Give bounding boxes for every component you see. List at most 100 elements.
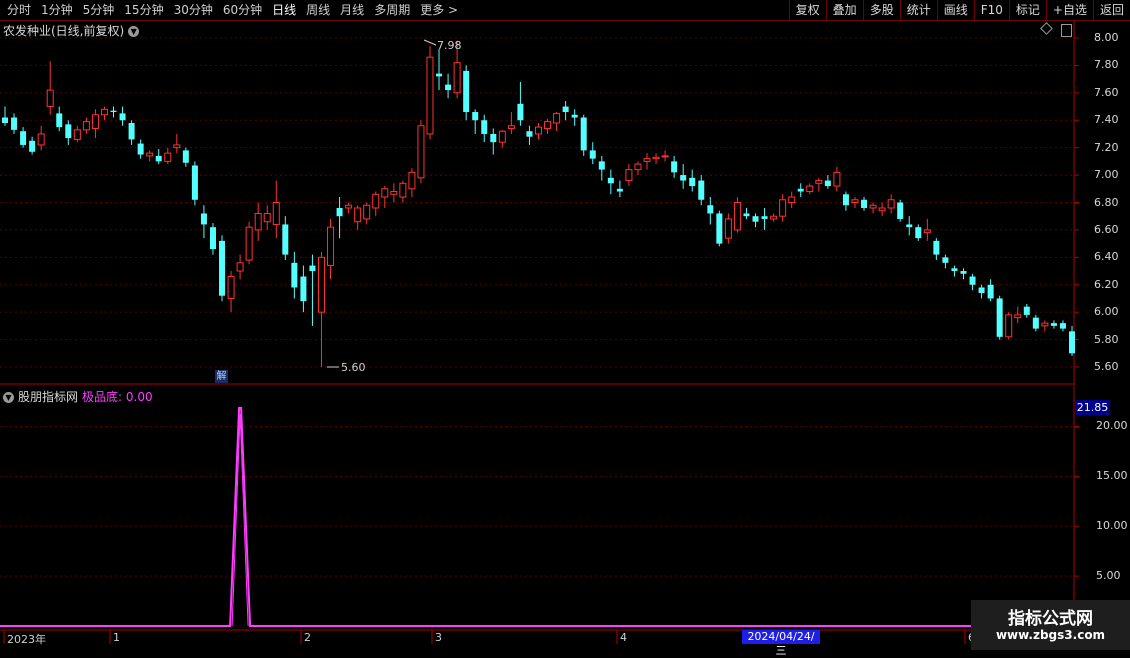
sub-panel-title: ▼ 股朋指标网 极品底: 0.00 — [3, 388, 153, 405]
indicator-line — [0, 407, 1074, 627]
candle-body — [1005, 314, 1013, 338]
candle-body — [996, 298, 1003, 337]
candle-body — [11, 117, 18, 130]
price-tick-label: 6.60 — [1094, 222, 1119, 236]
price-tick-label: 5.80 — [1094, 332, 1119, 346]
candle-body — [336, 207, 343, 217]
candle-body — [236, 262, 244, 272]
candle-body — [1041, 322, 1049, 327]
candle-body — [643, 158, 651, 162]
candle-body — [363, 204, 371, 220]
candle-body — [173, 144, 181, 149]
kline-chart[interactable] — [0, 0, 1130, 650]
candle-body — [770, 215, 778, 220]
candle-body — [526, 131, 533, 137]
watermark: 指标公式网 www.zbgs3.com — [971, 600, 1130, 650]
candle-body — [969, 276, 976, 285]
candle-body — [553, 112, 561, 124]
candle-body — [987, 284, 994, 299]
candle-body — [1059, 323, 1066, 329]
candle-body — [616, 188, 623, 192]
candle-body — [445, 84, 452, 91]
candle-body — [607, 177, 614, 184]
candle-body — [535, 126, 542, 135]
candle-body — [372, 193, 380, 209]
price-tick-label: 7.40 — [1094, 113, 1119, 127]
candle-body — [91, 114, 99, 129]
indicator-tick-label: 20.00 — [1096, 419, 1128, 433]
price-tick-label: 6.00 — [1094, 305, 1119, 319]
candle-body — [743, 213, 750, 217]
candle-body — [282, 224, 289, 255]
indicator-site-name: 股朋指标网 — [18, 390, 79, 404]
date-tick-label: 4 — [620, 631, 627, 644]
unlock-marker-icon[interactable]: 解 — [215, 370, 228, 383]
candle-body — [227, 276, 235, 299]
watermark-title: 指标公式网 — [1008, 609, 1093, 629]
candle-body — [291, 262, 298, 288]
date-tick-label: 2023年 — [7, 633, 46, 646]
watermark-url: www.zbgs3.com — [995, 628, 1106, 642]
candle-body — [1032, 317, 1039, 329]
candle-body — [381, 188, 389, 198]
candle-body — [272, 202, 280, 225]
candle-body — [851, 199, 859, 203]
candle-body — [951, 268, 958, 272]
price-tick-label: 6.20 — [1094, 277, 1119, 291]
candle-body — [426, 56, 434, 135]
candle-body — [245, 226, 253, 261]
candle-body — [933, 240, 940, 255]
candle-body — [562, 106, 569, 113]
price-tick-label: 5.60 — [1094, 360, 1119, 373]
candle-body — [46, 89, 54, 108]
candle-body — [698, 180, 705, 200]
indicator-tick-label: 5.00 — [1096, 569, 1121, 583]
candle-body — [209, 227, 216, 250]
candle-body — [100, 108, 108, 116]
date-tick-label: 1 — [113, 631, 120, 644]
high-marker-line — [423, 39, 437, 46]
candle-body — [20, 131, 27, 145]
price-tick-label: 6.40 — [1094, 250, 1119, 264]
candle-body — [472, 112, 479, 121]
candle-body — [219, 240, 226, 296]
candle-body — [56, 113, 63, 128]
candle-body — [119, 113, 126, 121]
candle-body — [842, 194, 849, 206]
candle-body — [960, 271, 967, 274]
price-tick-label: 7.20 — [1094, 140, 1119, 154]
candle-body — [263, 212, 271, 223]
candle-body — [463, 70, 470, 113]
candle-body — [661, 155, 669, 158]
high-price-label: 7.98 — [437, 39, 462, 52]
candle-body — [155, 155, 162, 162]
candle-body — [137, 143, 144, 155]
candle-body — [887, 199, 895, 209]
candle-body — [436, 73, 443, 77]
candle-body — [923, 229, 931, 234]
candle-body — [788, 196, 796, 203]
candle-body — [345, 204, 353, 209]
chevron-down-icon[interactable]: ▼ — [3, 392, 14, 403]
candle-body — [824, 180, 831, 187]
candle-body — [634, 163, 642, 171]
candle-body — [580, 117, 587, 151]
candle-body — [724, 218, 732, 239]
candle-body — [390, 191, 398, 195]
candle-body — [73, 129, 81, 140]
candle-body — [544, 121, 552, 129]
candle-body — [707, 205, 714, 214]
candle-body — [625, 169, 633, 182]
candle-body — [878, 207, 886, 212]
candle-body — [689, 177, 696, 187]
candle-body — [146, 152, 154, 157]
candle-body — [1050, 323, 1057, 326]
candle-body — [869, 204, 877, 209]
low-price-label: 5.60 — [341, 361, 366, 374]
candle-body — [408, 171, 416, 190]
candle-body — [37, 133, 45, 146]
candle-body — [806, 185, 814, 193]
candle-body — [128, 122, 135, 140]
price-tick-label: 7.80 — [1094, 58, 1119, 72]
candle-body — [254, 212, 262, 231]
